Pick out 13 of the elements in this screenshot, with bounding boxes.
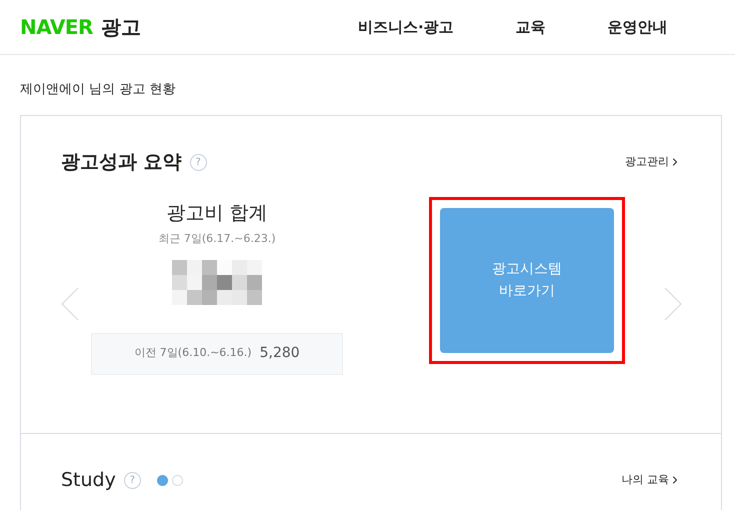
nav-link[interactable]: 운영안내 (608, 16, 668, 38)
metric-title: 광고비 합계 (166, 200, 268, 226)
manage-link[interactable]: 광고관리 (625, 154, 681, 170)
nav-link[interactable]: 교육 (516, 16, 546, 38)
greeting-text: 제이앤에이 님의 광고 현황 (19, 81, 176, 99)
section-title: 광고성과 요약 (61, 150, 182, 175)
nav-link[interactable]: 비즈니스·광고 (358, 16, 454, 38)
my-education-link[interactable]: 나의 교육 (622, 472, 681, 488)
previous-period-value: 5,280 (260, 344, 300, 363)
section-title: Study (61, 468, 116, 493)
logo-text[interactable]: 광고 (100, 12, 141, 42)
period-text: 최근 7일(6.17.~6.23.) (158, 231, 276, 247)
previous-period-label: 이전 7일(6.10.~6.16.) (134, 345, 252, 362)
